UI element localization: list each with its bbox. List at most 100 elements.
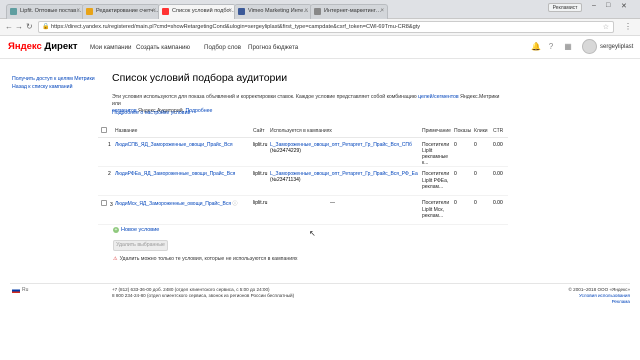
forward-icon[interactable]: → xyxy=(15,22,23,31)
close-tab-icon[interactable]: × xyxy=(76,5,80,18)
logo-direct: Директ xyxy=(41,41,78,52)
plus-icon: + xyxy=(113,227,119,233)
username[interactable]: sergeyliplast xyxy=(600,44,633,50)
ads-link[interactable]: Реклама xyxy=(612,299,630,304)
ctr-cell: 0.00 xyxy=(493,137,508,168)
url-input[interactable]: 🔒 https://direct.yandex.ru/registered/ma… xyxy=(38,21,614,33)
maximize-icon[interactable]: □ xyxy=(606,2,610,9)
delete-warning: ⚠ Удалить можно только те условия, которы… xyxy=(113,256,298,262)
site-cell: liplit.ru xyxy=(253,195,270,226)
page-header: Яндекс Директ Мои кампании Создать кампа… xyxy=(0,37,640,59)
row-number: 2 xyxy=(108,171,111,178)
settings-help-link[interactable]: Подробнее о настройке условий xyxy=(112,110,190,116)
browser-tab[interactable]: Vimeo Marketing Инте… × xyxy=(234,4,312,19)
tab-title: Интернет-маркетинг… xyxy=(324,8,382,14)
ctr-cell: 0.00 xyxy=(493,166,508,197)
browser-address-bar: ← → ↻ 🔒 https://direct.yandex.ru/registe… xyxy=(0,19,640,36)
campaign-cell: — xyxy=(270,195,422,226)
avatar[interactable] xyxy=(582,39,597,54)
column-header: Используется в кампаниях xyxy=(270,125,422,138)
back-icon[interactable]: ← xyxy=(5,22,13,31)
russia-flag-icon xyxy=(12,288,20,293)
browser-profile-chip[interactable]: Рекламист xyxy=(548,3,582,12)
table-header-row: Название Сайт Используется в кампаниях П… xyxy=(98,125,508,138)
sidebar-link-back-to-campaigns[interactable]: Назад к списку кампаний xyxy=(12,83,102,91)
browser-tab[interactable]: Редактирование счетч… × xyxy=(82,4,160,19)
notifications-bell-icon[interactable]: 🔔 xyxy=(531,42,541,52)
table-row: 1 ЛюдиСПБ_ЯД_Замороженные_овощи_Прайс_Вс… xyxy=(98,137,508,168)
favicon-icon xyxy=(238,8,245,15)
favicon-icon xyxy=(314,8,321,15)
row-checkbox[interactable] xyxy=(101,200,107,207)
minimize-icon[interactable]: – xyxy=(592,2,596,9)
apps-grid-icon[interactable]: ▦ xyxy=(563,42,573,52)
new-condition-button[interactable]: + Новое условие xyxy=(113,227,159,233)
help-icon[interactable]: ? xyxy=(546,42,556,52)
page-title: Список условий подбора аудитории xyxy=(112,72,288,84)
reload-icon[interactable]: ↻ xyxy=(26,22,33,31)
note-cell: Посетители Liplit РФЕа, реклам... xyxy=(422,166,454,197)
close-tab-icon[interactable]: × xyxy=(304,5,308,18)
tab-title: Список условий подбо… xyxy=(172,8,236,14)
tab-title: Редактирование счетч… xyxy=(96,8,159,14)
nav-my-campaigns[interactable]: Мои кампании xyxy=(90,44,132,51)
note-cell: Посетители Liplit рекламные к... xyxy=(422,137,454,168)
favicon-icon xyxy=(86,8,93,15)
browser-tab-bar: Lipfit. Оптовые постав… × Редактирование… xyxy=(0,0,640,20)
browser-menu-icon[interactable]: ⋮ xyxy=(624,22,632,31)
shows-cell: 0 xyxy=(454,195,474,226)
sidebar-link-metrika-access[interactable]: Получить доступ к целям Метрики xyxy=(12,75,102,83)
conditions-table: Название Сайт Используется в кампаниях П… xyxy=(98,125,508,226)
tab-title: Lipfit. Оптовые постав… xyxy=(20,8,82,14)
column-header: Примечание xyxy=(422,125,454,138)
shows-cell: 0 xyxy=(454,166,474,197)
select-all-checkbox[interactable] xyxy=(101,126,107,133)
campaign-id: (№23474229) xyxy=(270,147,301,154)
browser-tab[interactable]: Интернет-маркетинг… × xyxy=(310,4,388,19)
warning-icon: ⚠ xyxy=(113,256,118,262)
nav-word-selection[interactable]: Подбор слов xyxy=(204,44,241,51)
table-row: 2 ЛюдиРФЕа_ЯД_Замороженные_овощи_Прайс_В… xyxy=(98,166,508,197)
close-tab-icon[interactable]: × xyxy=(152,5,156,18)
goals-segments-link[interactable]: целей/сегментов xyxy=(418,94,459,100)
site-cell: liplit.ru xyxy=(253,166,270,197)
column-header[interactable]: CTR xyxy=(493,125,508,138)
lock-icon: 🔒 xyxy=(42,24,50,30)
shows-cell: 0 xyxy=(454,137,474,168)
ctr-cell: 0.00 xyxy=(493,195,508,226)
new-condition-label[interactable]: Новое условие xyxy=(121,227,159,233)
row-number: 1 xyxy=(108,141,111,148)
nav-create-campaign[interactable]: Создать кампанию xyxy=(136,44,190,51)
condition-name-link[interactable]: ЛюдиРФЕа_ЯД_Замороженные_овощи_Прайс_Вся xyxy=(115,171,235,177)
footer-contacts: +7 (812) 633-36-00 доб. 2480 (отдел клие… xyxy=(112,287,294,299)
terms-link[interactable]: Условия использования xyxy=(579,293,630,298)
delete-selected-button[interactable]: Удалить выбранные xyxy=(113,240,168,251)
footer-right: © 2001–2018 ООО «Яндекс» Условия использ… xyxy=(569,287,630,305)
campaign-id: (№23471134) xyxy=(270,177,301,184)
column-header[interactable]: Название xyxy=(115,125,253,138)
clicks-cell: 0 xyxy=(474,166,493,197)
site-cell: liplit.ru xyxy=(253,137,270,168)
column-header[interactable]: Сайт xyxy=(253,125,270,138)
language-switch[interactable]: Ru xyxy=(22,287,28,293)
column-header[interactable]: Показы xyxy=(454,125,474,138)
column-header[interactable]: Клики xyxy=(474,125,493,138)
browser-tab-active[interactable]: Список условий подбо… × xyxy=(158,4,236,20)
bookmark-star-icon[interactable]: ☆ xyxy=(603,22,609,32)
close-window-icon[interactable]: ✕ xyxy=(621,2,627,10)
nav-budget-forecast[interactable]: Прогноз бюджета xyxy=(248,44,298,51)
desc-text: Эти условия используются для показа объя… xyxy=(112,94,419,100)
row-number: 3 xyxy=(110,202,113,209)
warning-text: Удалить можно только те условия, которые… xyxy=(119,256,298,262)
tab-title: Vimeo Marketing Инте… xyxy=(248,8,309,14)
condition-name-link[interactable]: ЛюдиМск_ЯД_Замороженные_овощи_Прайс_Вся xyxy=(115,201,231,207)
condition-name-link[interactable]: ЛюдиСПБ_ЯД_Замороженные_овощи_Прайс_Вся xyxy=(115,142,233,148)
browser-tab[interactable]: Lipfit. Оптовые постав… × xyxy=(6,4,84,19)
info-icon[interactable]: ⓘ xyxy=(232,201,237,207)
footer-divider xyxy=(10,283,630,284)
close-tab-icon[interactable]: × xyxy=(380,5,384,18)
close-tab-icon[interactable]: × xyxy=(228,5,232,18)
favicon-icon xyxy=(162,8,169,15)
favicon-icon xyxy=(10,8,17,15)
yandex-direct-logo[interactable]: Яндекс Директ xyxy=(8,41,78,52)
